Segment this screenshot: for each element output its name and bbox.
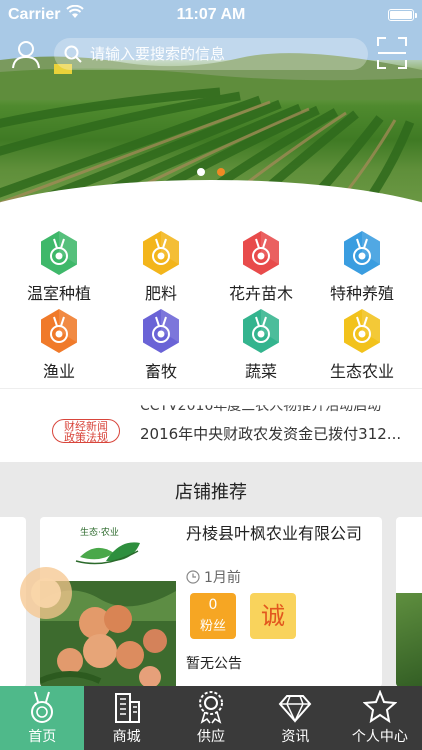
- news-category-stamp: 财经新闻 政策法规: [52, 419, 120, 443]
- diamond-icon: [279, 695, 312, 723]
- search-bar[interactable]: [54, 38, 368, 70]
- category-label: 温室种植: [26, 284, 91, 303]
- tab-label: 首页: [28, 729, 57, 745]
- user-icon[interactable]: [10, 38, 42, 70]
- shop-time-text: 1月前: [204, 570, 241, 586]
- news-ticker[interactable]: 财经新闻 政策法规 CCTV2016年度三农人物推介活动启动 2016年中央财政…: [0, 388, 422, 462]
- clock-icon: [186, 570, 200, 584]
- category-label: 蔬菜: [244, 362, 277, 381]
- tab-profile[interactable]: 个人中心: [338, 686, 422, 750]
- medal-icon: [243, 309, 279, 353]
- tab-label: 个人中心: [351, 729, 408, 745]
- medal-icon: [344, 231, 380, 275]
- search-input[interactable]: [90, 38, 360, 70]
- category-livestock[interactable]: 畜牧: [110, 308, 212, 388]
- shop-card[interactable]: 生态·农业 丹棱县叶枫农业有限公司 1月前 0 粉丝 诚 暂无公告: [40, 517, 382, 687]
- tab-label: 供应: [197, 729, 226, 745]
- battery-icon: [388, 9, 417, 21]
- category-greenhouse[interactable]: 温室种植: [8, 230, 110, 310]
- fans-label: 粉丝: [199, 619, 226, 634]
- award-badge-icon: [199, 691, 224, 724]
- medal-icon: [31, 691, 54, 723]
- shop-card-next[interactable]: [396, 517, 422, 687]
- floating-assistive-button[interactable]: [20, 567, 72, 619]
- category-special-breeding[interactable]: 特种养殖: [311, 230, 413, 310]
- category-fishery[interactable]: 渔业: [8, 308, 110, 388]
- tab-news[interactable]: 资讯: [253, 686, 337, 750]
- status-bar: Carrier 11:07 AM: [0, 0, 422, 30]
- category-label: 花卉苗木: [228, 284, 293, 303]
- shop-notice: 暂无公告: [186, 656, 242, 672]
- clock: 11:07 AM: [176, 6, 246, 23]
- tab-label: 资讯: [281, 729, 310, 745]
- category-fertilizer[interactable]: 肥料: [110, 230, 212, 310]
- fans-badge[interactable]: 0 粉丝: [190, 593, 236, 639]
- hero-banner[interactable]: [0, 0, 422, 212]
- medal-icon: [41, 309, 77, 353]
- category-label: 特种养殖: [329, 284, 394, 303]
- medal-icon: [143, 231, 179, 275]
- medal-icon: [243, 231, 279, 275]
- medal-icon: [41, 231, 77, 275]
- section-title: 店铺推荐: [175, 482, 247, 503]
- news-item[interactable]: 2016年中央财政农发资金已拨付312...: [140, 423, 401, 444]
- tab-bar: 首页 商城 供应 资讯 个人中心: [0, 686, 422, 750]
- category-label: 肥料: [144, 284, 177, 303]
- tab-supply[interactable]: 供应: [169, 686, 253, 750]
- integrity-badge: 诚: [250, 593, 296, 639]
- shop-logo-text: 生态·农业: [80, 528, 119, 538]
- tab-home[interactable]: 首页: [0, 686, 85, 750]
- fans-count: 0: [208, 597, 218, 613]
- app-screen: Carrier 11:07 AM 温室种植: [0, 0, 422, 750]
- medal-icon: [344, 309, 380, 353]
- banner-page-dot[interactable]: [197, 168, 205, 176]
- category-vegetables[interactable]: 蔬菜: [210, 308, 312, 388]
- star-icon: [362, 690, 397, 724]
- category-label: 生态农业: [329, 362, 394, 381]
- news-item[interactable]: CCTV2016年度三农人物推介活动启动: [140, 405, 381, 415]
- shop-time: 1月前: [186, 567, 241, 586]
- category-label: 畜牧: [144, 362, 177, 381]
- stamp-bottom-text: 政策法规: [64, 431, 108, 444]
- tab-mall[interactable]: 商城: [84, 686, 168, 750]
- category-eco-agriculture[interactable]: 生态农业: [311, 308, 413, 388]
- scan-icon[interactable]: [376, 36, 408, 70]
- search-icon: [64, 45, 82, 63]
- category-grid: 温室种植 肥料 花卉苗木 特种养殖 渔业 畜牧 蔬菜 生态农业: [0, 226, 422, 388]
- category-label: 渔业: [42, 362, 75, 381]
- tab-label: 商城: [112, 729, 141, 745]
- building-icon: [114, 693, 140, 723]
- banner-page-dot-active[interactable]: [217, 168, 225, 176]
- category-flowers-seedlings[interactable]: 花卉苗木: [210, 230, 312, 310]
- shop-name[interactable]: 丹棱县叶枫农业有限公司: [186, 523, 376, 544]
- medal-icon: [143, 309, 179, 353]
